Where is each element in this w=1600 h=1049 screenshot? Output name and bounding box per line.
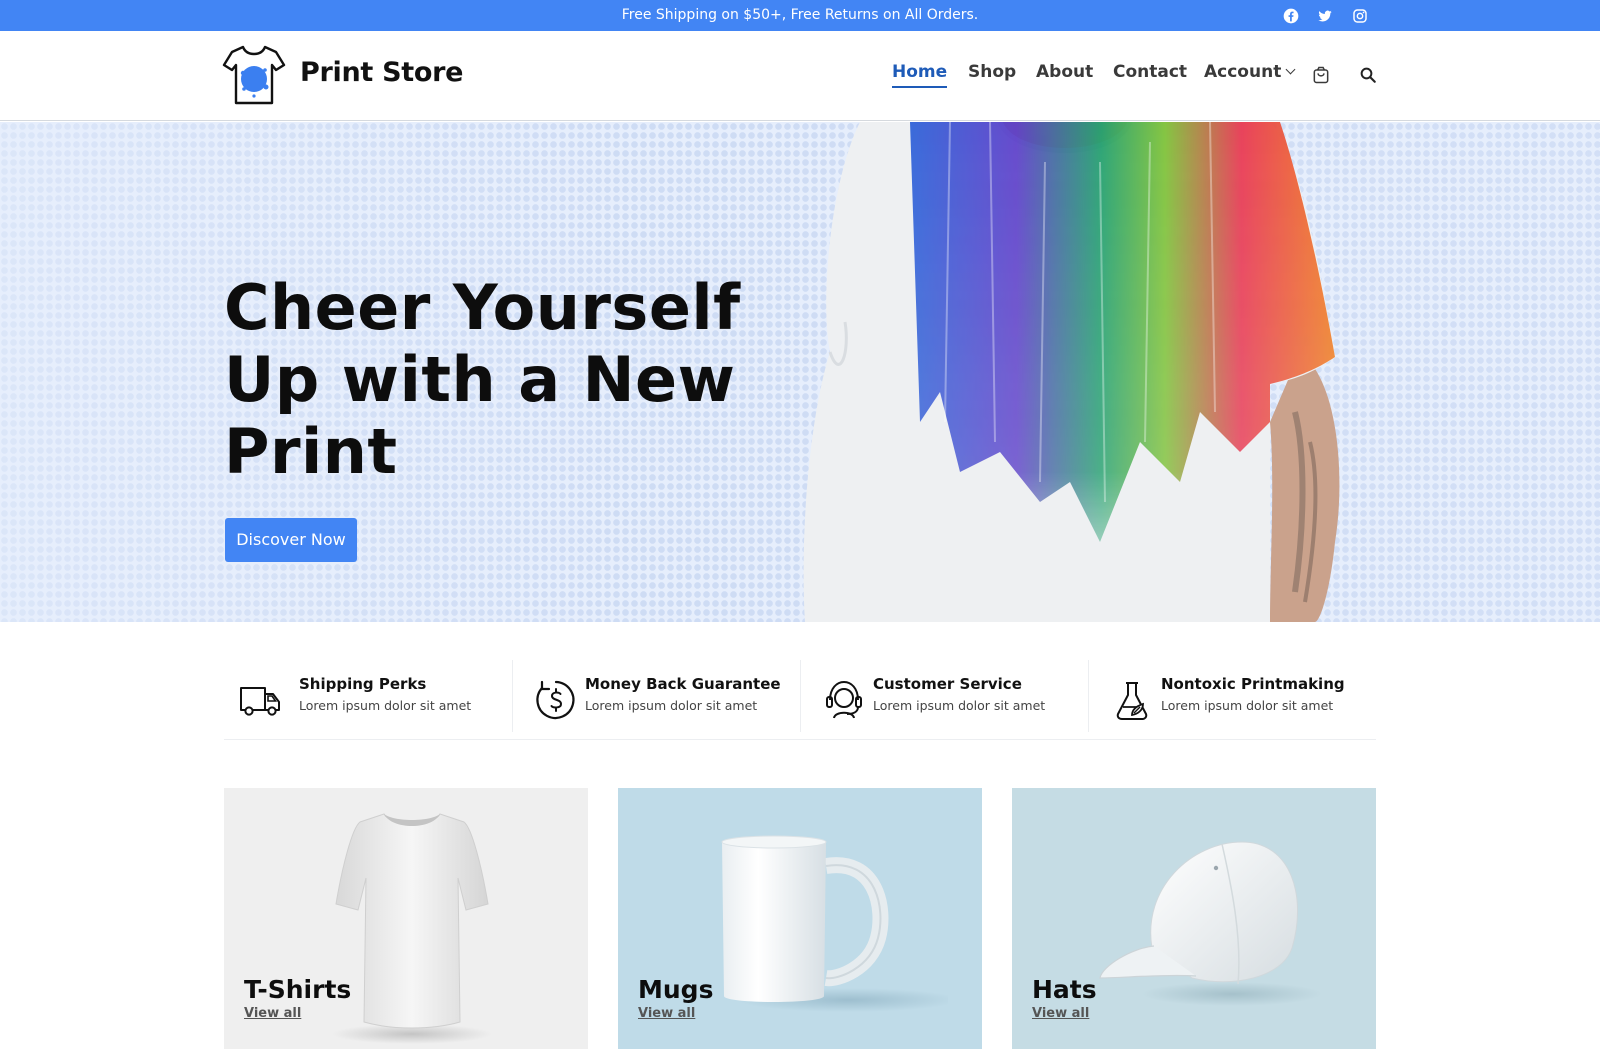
nav-home[interactable]: Home bbox=[892, 62, 948, 88]
site-logo-text[interactable]: Print Store bbox=[300, 57, 463, 88]
nav-about[interactable]: About bbox=[1036, 62, 1093, 82]
money-back-icon bbox=[536, 680, 575, 720]
view-all-link[interactable]: View all bbox=[1032, 1006, 1089, 1021]
hero-heading-line-2: Up with a New bbox=[224, 343, 736, 416]
instagram-icon[interactable] bbox=[1350, 6, 1370, 26]
cap-product-image bbox=[1099, 841, 1322, 1006]
nav-contact[interactable]: Contact bbox=[1113, 62, 1187, 82]
twitter-icon[interactable] bbox=[1315, 6, 1335, 26]
site-header: Print Store Home Shop About Contact Acco… bbox=[0, 31, 1600, 121]
feature-title: Money Back Guarantee bbox=[585, 675, 781, 693]
category-card-hats[interactable]: Hats View all bbox=[1012, 788, 1376, 1049]
tshirt-logo-icon[interactable] bbox=[222, 43, 286, 107]
facebook-icon[interactable] bbox=[1281, 6, 1301, 26]
cart-icon[interactable] bbox=[1310, 64, 1332, 86]
category-title: Mugs bbox=[638, 975, 714, 1004]
feature-money-back: Money Back Guarantee Lorem ipsum dolor s… bbox=[512, 660, 800, 732]
feature-title: Nontoxic Printmaking bbox=[1161, 675, 1345, 693]
nav-shop[interactable]: Shop bbox=[968, 62, 1016, 82]
hero-heading-line-3: Print bbox=[224, 415, 398, 488]
category-title: Hats bbox=[1032, 975, 1097, 1004]
features-row: Shipping Perks Lorem ipsum dolor sit ame… bbox=[224, 660, 1376, 740]
feature-shipping: Shipping Perks Lorem ipsum dolor sit ame… bbox=[224, 660, 512, 732]
truck-icon bbox=[240, 687, 280, 716]
category-title: T-Shirts bbox=[244, 975, 352, 1004]
feature-subtitle: Lorem ipsum dolor sit amet bbox=[1161, 698, 1334, 713]
feature-nontoxic: Nontoxic Printmaking Lorem ipsum dolor s… bbox=[1088, 660, 1376, 732]
feature-title: Shipping Perks bbox=[299, 675, 427, 693]
search-icon[interactable] bbox=[1357, 64, 1379, 86]
chevron-down-icon bbox=[1285, 64, 1296, 75]
feature-title: Customer Service bbox=[873, 675, 1022, 693]
hero-tshirt-image bbox=[803, 122, 1340, 622]
category-card-mugs[interactable]: Mugs View all bbox=[618, 788, 982, 1049]
mug-product-image bbox=[721, 835, 948, 1012]
view-all-link[interactable]: View all bbox=[244, 1006, 301, 1021]
hero-banner: Cheer Yourself Up with a New Print Disco… bbox=[0, 122, 1600, 622]
tshirt-product-image bbox=[332, 813, 492, 1044]
nav-account[interactable]: Account bbox=[1204, 62, 1296, 82]
announcement-bar: Free Shipping on $50+, Free Returns on A… bbox=[0, 0, 1600, 31]
headset-icon bbox=[826, 680, 862, 719]
feature-customer-service: Customer Service Lorem ipsum dolor sit a… bbox=[800, 660, 1088, 732]
flask-icon bbox=[1116, 682, 1148, 720]
hero-heading-line-1: Cheer Yourself bbox=[224, 271, 741, 344]
feature-subtitle: Lorem ipsum dolor sit amet bbox=[585, 698, 758, 713]
feature-subtitle: Lorem ipsum dolor sit amet bbox=[299, 698, 472, 713]
category-card-tshirts[interactable]: T-Shirts View all bbox=[224, 788, 588, 1049]
nav-account-label: Account bbox=[1204, 62, 1282, 82]
feature-subtitle: Lorem ipsum dolor sit amet bbox=[873, 698, 1046, 713]
view-all-link[interactable]: View all bbox=[638, 1006, 695, 1021]
hero-heading: Cheer Yourself Up with a New Print bbox=[224, 272, 784, 488]
discover-now-button[interactable]: Discover Now bbox=[225, 518, 357, 562]
